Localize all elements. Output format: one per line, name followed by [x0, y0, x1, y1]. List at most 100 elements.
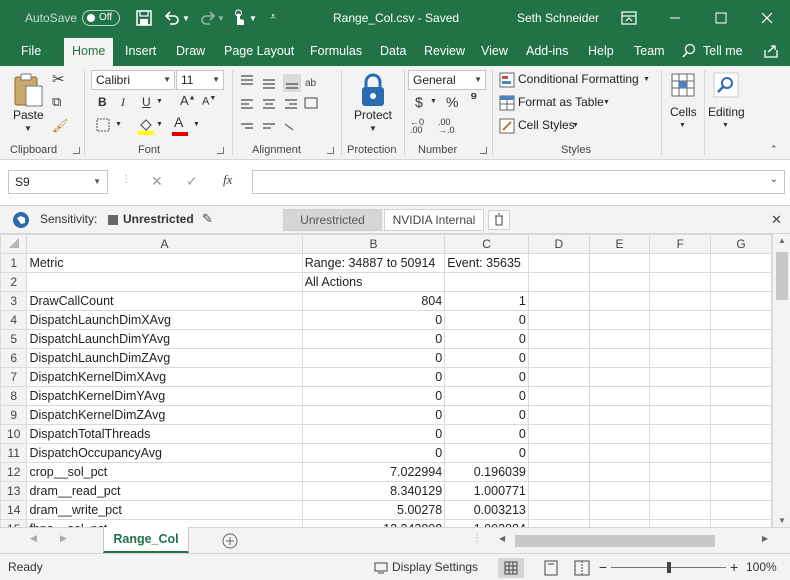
cell-c[interactable]: 0: [444, 367, 529, 387]
empty-cell[interactable]: [588, 348, 651, 368]
row-header[interactable]: 10: [0, 424, 28, 444]
collapse-ribbon-icon[interactable]: ⌃: [770, 144, 778, 155]
row-header[interactable]: 14: [0, 500, 28, 520]
tab-split-grip-icon[interactable]: ⋮: [472, 533, 482, 544]
cell-a[interactable]: fbpa__sol_pct: [26, 519, 303, 527]
cell-b[interactable]: 0: [301, 386, 446, 406]
empty-cell[interactable]: [649, 329, 712, 349]
empty-cell[interactable]: [588, 329, 651, 349]
empty-cell[interactable]: [649, 443, 712, 463]
bold-icon[interactable]: B: [98, 95, 107, 109]
empty-cell[interactable]: [710, 253, 772, 273]
cell-c[interactable]: 0: [444, 443, 529, 463]
cell-b[interactable]: 0: [301, 367, 446, 387]
fill-color-icon[interactable]: [138, 117, 154, 135]
fill-color-dropdown-icon[interactable]: ▼: [156, 121, 163, 128]
lock-icon[interactable]: [358, 72, 388, 108]
empty-cell[interactable]: [710, 519, 772, 527]
customize-qat-icon[interactable]: ⩡: [270, 11, 288, 29]
vertical-scroll-thumb[interactable]: [776, 252, 788, 300]
cell-b[interactable]: 8.340129: [301, 481, 446, 501]
empty-cell[interactable]: [527, 481, 590, 501]
clipboard-launcher-icon[interactable]: [73, 147, 80, 154]
cell-c[interactable]: 0: [444, 405, 529, 425]
empty-cell[interactable]: [527, 424, 590, 444]
empty-cell[interactable]: [588, 405, 651, 425]
tell-me-box[interactable]: Tell me: [703, 36, 743, 66]
empty-cell[interactable]: [527, 253, 590, 273]
tab-review[interactable]: Review: [424, 36, 465, 66]
empty-cell[interactable]: [527, 386, 590, 406]
underline-dropdown-icon[interactable]: ▼: [156, 98, 163, 105]
empty-cell[interactable]: [527, 367, 590, 387]
scroll-down-icon[interactable]: ▼: [778, 516, 786, 525]
user-name[interactable]: Seth Schneider: [517, 0, 599, 36]
decrease-decimal-icon[interactable]: .00 →.0: [438, 118, 455, 135]
alignment-launcher-icon[interactable]: [327, 147, 334, 154]
empty-cell[interactable]: [527, 348, 590, 368]
row-header[interactable]: 4: [0, 310, 28, 330]
normal-view-icon[interactable]: [498, 558, 524, 578]
borders-dropdown-icon[interactable]: ▼: [115, 121, 122, 128]
empty-cell[interactable]: [588, 291, 651, 311]
empty-cell[interactable]: [649, 500, 712, 520]
display-settings-button[interactable]: Display Settings: [392, 554, 478, 580]
empty-cell[interactable]: [588, 500, 651, 520]
row-header[interactable]: 9: [0, 405, 28, 425]
row-header[interactable]: 11: [0, 443, 28, 463]
cell-c[interactable]: Event: 35635: [444, 253, 529, 273]
cell-b[interactable]: 0: [301, 424, 446, 444]
accounting-dropdown-icon[interactable]: ▼: [430, 98, 437, 105]
empty-cell[interactable]: [649, 348, 712, 368]
touch-mode-icon[interactable]: [230, 9, 248, 27]
paste-icon[interactable]: [12, 72, 44, 108]
redo-icon[interactable]: [199, 9, 217, 27]
empty-cell[interactable]: [710, 500, 772, 520]
cell-a[interactable]: dram__write_pct: [26, 500, 303, 520]
trash-icon[interactable]: [488, 210, 510, 230]
search-icon[interactable]: [713, 72, 739, 98]
empty-cell[interactable]: [710, 310, 772, 330]
cell-c[interactable]: 1.003884: [444, 519, 529, 527]
touch-dropdown-icon[interactable]: ▼: [249, 14, 267, 32]
tab-formulas[interactable]: Formulas: [310, 36, 362, 66]
expand-formula-icon[interactable]: ⌄: [770, 174, 778, 185]
cell-a[interactable]: DispatchTotalThreads: [26, 424, 303, 444]
cell-b[interactable]: 0: [301, 310, 446, 330]
empty-cell[interactable]: [588, 443, 651, 463]
close-sensitivity-bar-icon[interactable]: ✕: [771, 212, 782, 228]
increase-font-icon[interactable]: A▲: [180, 93, 196, 108]
font-launcher-icon[interactable]: [217, 147, 224, 154]
ribbon-display-options-icon[interactable]: [620, 9, 638, 27]
copy-icon[interactable]: ⧉: [52, 94, 61, 110]
cell-b[interactable]: 804: [301, 291, 446, 311]
tab-insert[interactable]: Insert: [125, 36, 156, 66]
font-color-icon[interactable]: A: [174, 114, 183, 130]
tab-team[interactable]: Team: [634, 36, 665, 66]
vertical-scrollbar[interactable]: ▲ ▼: [772, 234, 790, 527]
empty-cell[interactable]: [588, 272, 651, 292]
increase-decimal-icon[interactable]: ←0.00: [410, 118, 424, 135]
tab-page-layout[interactable]: Page Layout: [224, 36, 294, 66]
nvidia-internal-button[interactable]: NVIDIA Internal: [384, 209, 484, 231]
empty-cell[interactable]: [527, 272, 590, 292]
format-as-table-button[interactable]: Format as Table: [518, 95, 604, 109]
cell-b[interactable]: 0: [301, 329, 446, 349]
number-format-select[interactable]: General ▼: [408, 70, 486, 90]
cell-c[interactable]: 0: [444, 424, 529, 444]
column-header-g[interactable]: G: [710, 234, 772, 254]
empty-cell[interactable]: [649, 253, 712, 273]
scroll-up-icon[interactable]: ▲: [778, 236, 786, 245]
page-break-view-icon[interactable]: [574, 560, 590, 576]
tab-home[interactable]: Home: [64, 38, 114, 66]
cell-c[interactable]: [444, 272, 529, 292]
column-header-b[interactable]: B: [301, 234, 446, 254]
previous-sheet-icon[interactable]: ◀: [30, 533, 37, 544]
new-sheet-icon[interactable]: [222, 533, 238, 549]
empty-cell[interactable]: [588, 367, 651, 387]
empty-cell[interactable]: [588, 386, 651, 406]
cell-c[interactable]: 0.196039: [444, 462, 529, 482]
cancel-entry-icon[interactable]: ✕: [151, 173, 163, 190]
accounting-format-icon[interactable]: $: [415, 94, 423, 110]
row-header[interactable]: 12: [0, 462, 28, 482]
